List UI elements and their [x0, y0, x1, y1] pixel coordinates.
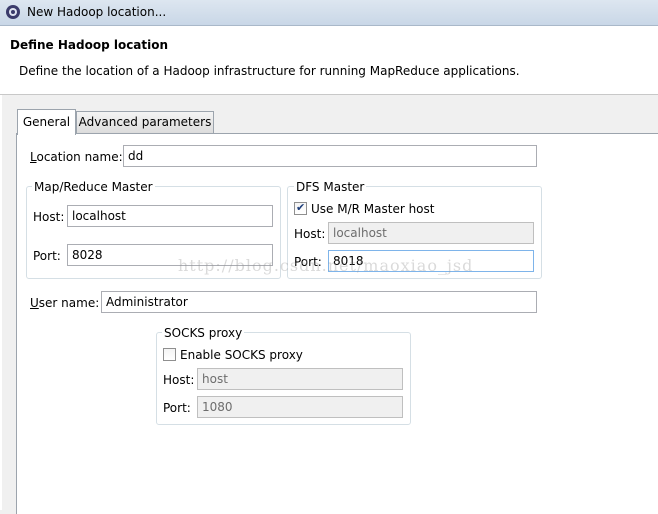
location-name-input[interactable]: dd: [123, 145, 537, 167]
enable-socks-proxy-checkbox[interactable]: [163, 348, 176, 361]
mr-host-label: Host:: [33, 210, 65, 224]
user-name-label-text: ser name:: [38, 296, 100, 310]
use-mr-master-host-label[interactable]: Use M/R Master host: [311, 202, 434, 216]
tab-general[interactable]: General: [17, 109, 76, 135]
mr-host-input[interactable]: localhost: [67, 205, 273, 227]
socks-port-label: Port:: [163, 401, 191, 415]
window-title: New Hadoop location...: [27, 5, 167, 19]
mapreduce-master-title: Map/Reduce Master: [32, 180, 155, 194]
page-description: Define the location of a Hadoop infrastr…: [19, 64, 520, 78]
page-title: Define Hadoop location: [10, 38, 169, 52]
blog-watermark: http://blog.csdn.net/maoxiao_jsd: [178, 256, 474, 275]
eclipse-app-icon: [5, 4, 21, 20]
tab-advanced-parameters[interactable]: Advanced parameters: [76, 111, 214, 133]
dfs-host-label: Host:: [294, 227, 326, 241]
socks-host-label: Host:: [163, 373, 195, 387]
socks-proxy-title: SOCKS proxy: [162, 326, 245, 340]
location-name-label: Location name:: [30, 150, 123, 164]
dfs-master-title: DFS Master: [294, 180, 367, 194]
dialog-left-edge: [0, 95, 2, 510]
dfs-host-input[interactable]: localhost: [328, 222, 534, 244]
mr-port-label: Port:: [33, 249, 61, 263]
use-mr-master-host-checkbox[interactable]: [294, 201, 307, 215]
location-name-label-text: ocation name:: [36, 150, 123, 164]
socks-host-input[interactable]: host: [197, 368, 403, 390]
window-titlebar[interactable]: New Hadoop location...: [0, 0, 658, 26]
user-name-input[interactable]: Administrator: [101, 291, 537, 313]
user-name-label-mnemonic: U: [30, 296, 39, 310]
socks-port-input[interactable]: 1080: [197, 396, 403, 418]
enable-socks-proxy-label[interactable]: Enable SOCKS proxy: [180, 348, 303, 362]
wizard-header: Define Hadoop location Define the locati…: [0, 26, 658, 95]
user-name-label: User name:: [30, 296, 99, 310]
